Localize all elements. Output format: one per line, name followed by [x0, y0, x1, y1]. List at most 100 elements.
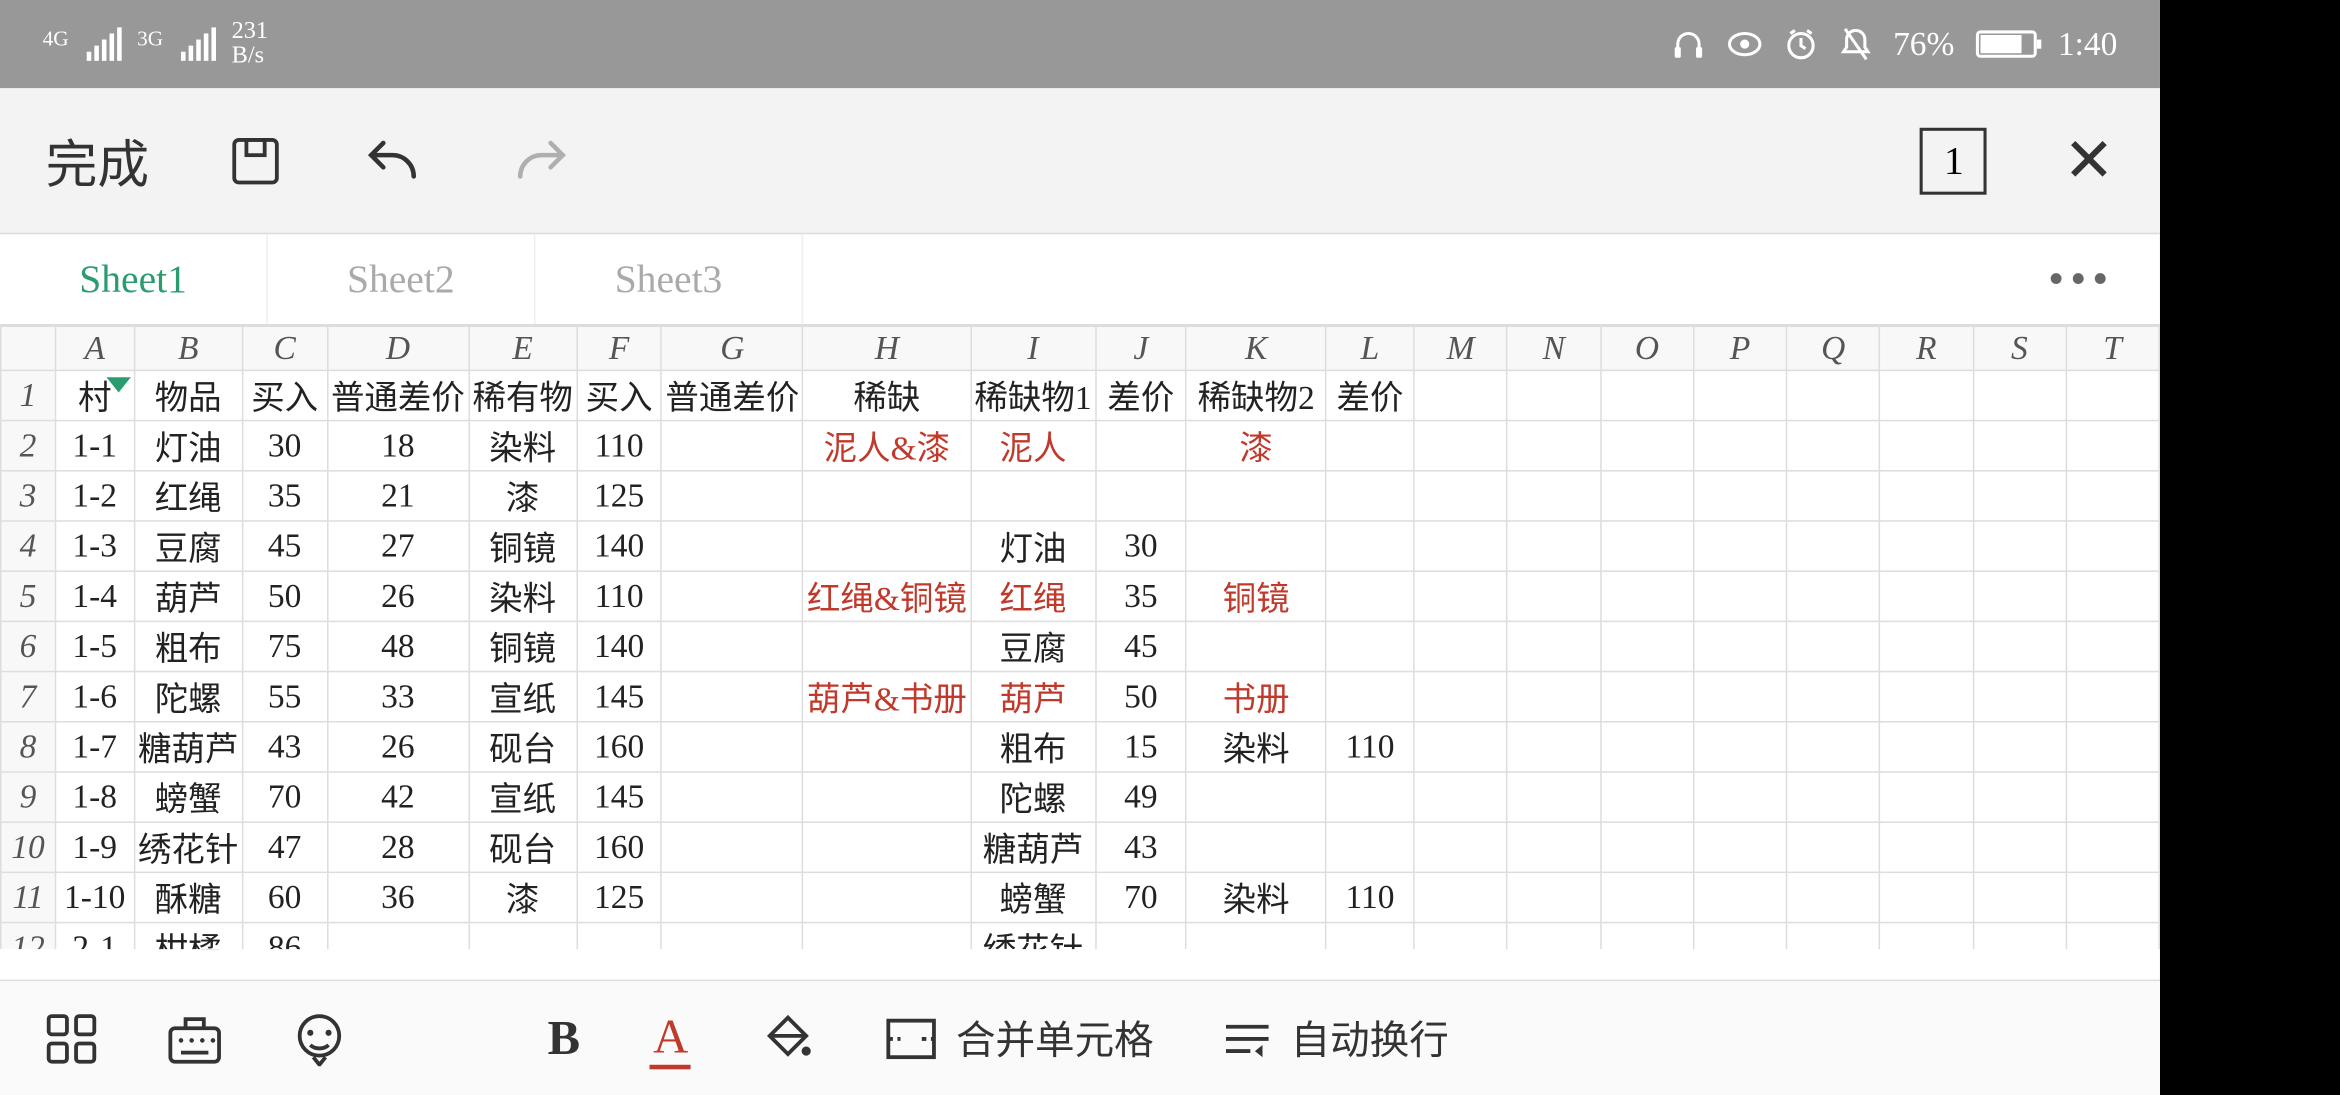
cell[interactable]: 1-10 — [55, 872, 134, 922]
cell[interactable]: 铜镜 — [1186, 571, 1326, 621]
cell[interactable]: 145 — [577, 672, 662, 722]
cell[interactable] — [1414, 772, 1507, 822]
cell[interactable] — [1414, 872, 1507, 922]
cell[interactable] — [662, 822, 803, 872]
cell[interactable] — [662, 872, 803, 922]
cell[interactable] — [327, 923, 468, 950]
cell[interactable] — [1507, 421, 1600, 471]
col-header[interactable]: B — [134, 326, 242, 370]
col-header[interactable]: S — [1973, 326, 2066, 370]
cell[interactable]: 砚台 — [469, 722, 577, 772]
cell[interactable] — [662, 621, 803, 671]
cell[interactable] — [1507, 672, 1600, 722]
cell[interactable] — [1787, 370, 1880, 420]
cell[interactable]: 豆腐 — [134, 521, 242, 571]
cell[interactable]: 宣纸 — [469, 672, 577, 722]
cell[interactable] — [1326, 421, 1414, 471]
cell[interactable] — [803, 621, 971, 671]
tab-sheet2[interactable]: Sheet2 — [268, 234, 536, 324]
cell[interactable]: 稀有物 — [469, 370, 577, 420]
cell[interactable]: 漆 — [1186, 421, 1326, 471]
cell[interactable] — [662, 471, 803, 521]
cell[interactable]: 28 — [327, 822, 468, 872]
cell[interactable] — [1694, 521, 1787, 571]
cell[interactable] — [1973, 872, 2066, 922]
cell[interactable] — [2066, 370, 2159, 420]
cell[interactable]: 柑橘 — [134, 923, 242, 950]
spreadsheet-grid[interactable]: ABCDEFGHIJKLMNOPQRST1村物品买入普通差价稀有物买入普通差价稀… — [0, 326, 2160, 950]
cell[interactable] — [1326, 923, 1414, 950]
cell[interactable] — [1973, 471, 2066, 521]
cell[interactable] — [1600, 923, 1693, 950]
cell[interactable]: 86 — [242, 923, 327, 950]
cell[interactable]: 差价 — [1095, 370, 1186, 420]
row-number[interactable]: 10 — [1, 822, 55, 872]
cell[interactable] — [1694, 672, 1787, 722]
cell[interactable]: 1-3 — [55, 521, 134, 571]
cell[interactable]: 漆 — [469, 471, 577, 521]
cell[interactable] — [2066, 571, 2159, 621]
complete-button[interactable]: 完成 — [46, 123, 149, 198]
row-number[interactable]: 3 — [1, 471, 55, 521]
cell[interactable] — [1787, 471, 1880, 521]
cell[interactable] — [1507, 471, 1600, 521]
cell[interactable] — [2066, 471, 2159, 521]
cell[interactable]: 125 — [577, 471, 662, 521]
col-header[interactable]: C — [242, 326, 327, 370]
col-header[interactable]: Q — [1787, 326, 1880, 370]
cell[interactable] — [1414, 923, 1507, 950]
cell[interactable]: 49 — [1095, 772, 1186, 822]
cell[interactable]: 1-4 — [55, 571, 134, 621]
row-number[interactable]: 7 — [1, 672, 55, 722]
cell[interactable]: 125 — [577, 872, 662, 922]
cell[interactable] — [1326, 672, 1414, 722]
keyboard-icon[interactable] — [167, 1012, 222, 1064]
cell[interactable]: 粗布 — [971, 722, 1096, 772]
cell[interactable] — [803, 772, 971, 822]
cell[interactable] — [2066, 672, 2159, 722]
cell[interactable]: 30 — [1095, 521, 1186, 571]
cell[interactable]: 30 — [242, 421, 327, 471]
cell[interactable] — [1414, 471, 1507, 521]
cell[interactable] — [1507, 370, 1600, 420]
cell[interactable]: 70 — [242, 772, 327, 822]
cell[interactable] — [1326, 772, 1414, 822]
cell[interactable] — [1600, 370, 1693, 420]
cell[interactable]: 33 — [327, 672, 468, 722]
cell[interactable] — [1880, 923, 1973, 950]
cell[interactable] — [1600, 521, 1693, 571]
col-header[interactable]: G — [662, 326, 803, 370]
cell[interactable] — [1600, 421, 1693, 471]
save-icon[interactable] — [225, 130, 286, 191]
cell[interactable]: 稀缺 — [803, 370, 971, 420]
cell[interactable] — [1507, 822, 1600, 872]
cell[interactable]: 红绳&铜镜 — [803, 571, 971, 621]
cell[interactable] — [1694, 370, 1787, 420]
assistant-icon[interactable] — [292, 1011, 347, 1066]
cell[interactable] — [1186, 471, 1326, 521]
cell[interactable]: 43 — [242, 722, 327, 772]
cell[interactable] — [1414, 722, 1507, 772]
cell[interactable]: 绣花针 — [134, 822, 242, 872]
cell[interactable] — [1326, 521, 1414, 571]
cell[interactable] — [2066, 621, 2159, 671]
cell[interactable] — [803, 822, 971, 872]
merge-cells-button[interactable]: 合并单元格 — [886, 1010, 1154, 1066]
cell[interactable]: 26 — [327, 571, 468, 621]
col-header[interactable]: E — [469, 326, 577, 370]
undo-icon[interactable] — [362, 133, 429, 188]
cell[interactable] — [577, 923, 662, 950]
cell[interactable] — [1414, 672, 1507, 722]
cell[interactable] — [662, 421, 803, 471]
fill-color-icon[interactable] — [761, 1011, 816, 1066]
cell[interactable]: 普通差价 — [327, 370, 468, 420]
cell[interactable] — [803, 923, 971, 950]
row-number[interactable]: 4 — [1, 521, 55, 571]
cell[interactable] — [1694, 421, 1787, 471]
cell[interactable]: 160 — [577, 822, 662, 872]
cell[interactable] — [1600, 471, 1693, 521]
cell[interactable] — [1973, 672, 2066, 722]
cell[interactable]: 75 — [242, 621, 327, 671]
cell[interactable] — [2066, 872, 2159, 922]
font-color-button[interactable]: A — [650, 1008, 691, 1069]
